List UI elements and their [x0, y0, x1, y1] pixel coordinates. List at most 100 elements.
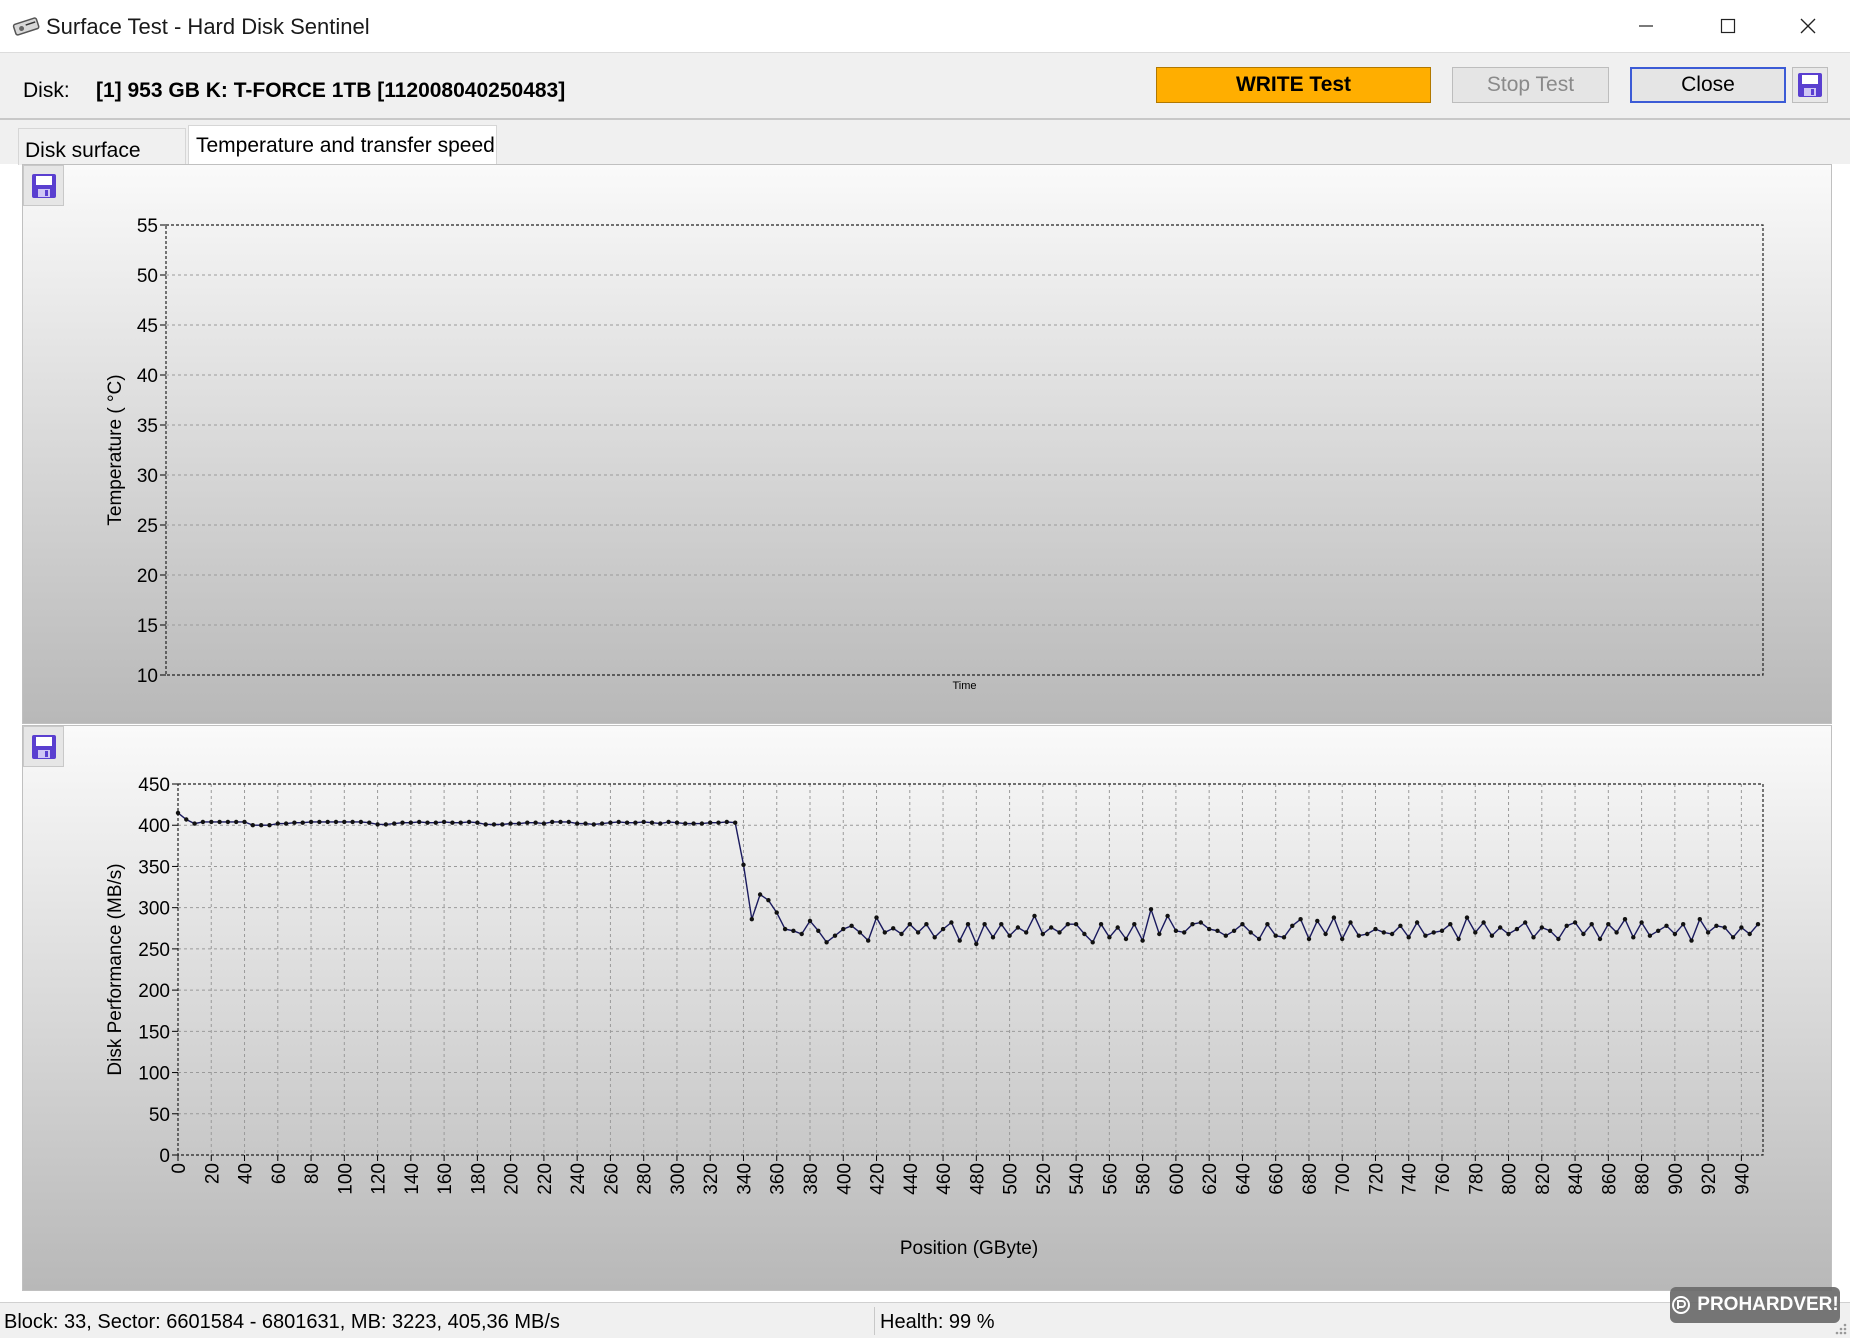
data-point: [683, 821, 688, 826]
data-point: [1672, 931, 1678, 937]
x-tick-label: 20: [202, 1163, 223, 1184]
data-point: [1049, 925, 1054, 930]
y-tick-label: 25: [137, 516, 158, 537]
data-point: [1098, 922, 1104, 927]
data-point: [658, 821, 663, 826]
data-point: [1564, 923, 1569, 928]
status-divider: [874, 1307, 875, 1335]
data-point: [841, 926, 846, 932]
data-point: [724, 819, 729, 825]
data-point: [1315, 918, 1320, 924]
x-tick-label: 120: [369, 1163, 390, 1195]
tab-disk-surface-map[interactable]: Disk surface map: [18, 128, 186, 186]
minimize-button[interactable]: [1606, 0, 1686, 52]
data-point: [458, 820, 463, 825]
data-point: [1248, 930, 1253, 935]
y-tick-label: 200: [138, 981, 170, 1002]
data-point: [1606, 922, 1611, 927]
data-point: [1306, 936, 1312, 942]
x-tick-label: 300: [668, 1163, 689, 1195]
x-tick-label: 100: [335, 1163, 356, 1195]
x-tick-label: 640: [1233, 1163, 1254, 1195]
data-point: [666, 819, 671, 825]
data-point: [1298, 917, 1303, 922]
data-point: [1589, 922, 1594, 927]
data-point: [1065, 922, 1071, 927]
data-point: [1681, 922, 1686, 927]
data-point: [1090, 940, 1095, 945]
data-point: [475, 820, 480, 825]
data-point: [1456, 936, 1461, 942]
data-point: [433, 820, 438, 825]
x-tick-label: 380: [801, 1163, 822, 1195]
health-status: Health: 99 %: [880, 1311, 995, 1333]
data-point: [342, 819, 347, 825]
data-point: [1423, 933, 1428, 938]
data-point: [225, 819, 231, 825]
data-point: [1639, 920, 1644, 925]
data-point: [1256, 936, 1262, 942]
data-point: [591, 822, 596, 827]
save-temperature-chart-button[interactable]: [23, 165, 64, 206]
x-tick-label: 760: [1433, 1163, 1454, 1195]
data-point: [782, 926, 788, 932]
floppy-save-icon: [1798, 73, 1822, 97]
data-point: [209, 819, 214, 825]
y-axis-title: Disk Performance (MB/s): [105, 863, 126, 1075]
data-point: [300, 820, 305, 825]
x-tick-label: 540: [1067, 1163, 1088, 1195]
x-tick-label: 740: [1400, 1163, 1421, 1195]
x-tick-label: 940: [1732, 1163, 1753, 1195]
data-point: [1614, 930, 1619, 935]
data-point: [716, 820, 721, 825]
data-point: [1173, 928, 1179, 933]
x-tick-label: 460: [934, 1163, 955, 1195]
tab-temperature-transfer-speed[interactable]: Temperature and transfer speed: [188, 125, 497, 166]
data-point: [566, 819, 571, 825]
save-report-button[interactable]: [1792, 67, 1828, 103]
x-tick-label: 840: [1566, 1163, 1587, 1195]
data-point: [907, 922, 912, 927]
data-point: [242, 819, 247, 825]
floppy-save-icon: [31, 734, 56, 759]
save-performance-chart-button[interactable]: [23, 726, 64, 767]
data-point: [333, 819, 339, 825]
data-point: [1190, 922, 1195, 927]
x-tick-label: 900: [1666, 1163, 1687, 1195]
data-point: [1231, 928, 1237, 933]
data-point: [392, 821, 397, 826]
data-point: [1024, 930, 1029, 935]
data-point: [267, 823, 272, 828]
x-tick-label: 780: [1466, 1163, 1487, 1195]
data-point: [325, 819, 330, 825]
data-point: [259, 823, 264, 828]
x-tick-label: 260: [601, 1163, 622, 1195]
data-point: [1656, 928, 1661, 933]
data-point: [608, 820, 613, 825]
write-test-button[interactable]: WRITE Test: [1156, 67, 1431, 103]
data-point: [1182, 930, 1187, 935]
resize-grip-icon[interactable]: [1832, 1320, 1848, 1336]
data-point: [400, 820, 405, 825]
data-point: [1323, 931, 1328, 937]
x-tick-label: 160: [435, 1163, 456, 1195]
close-window-button[interactable]: [1768, 0, 1848, 52]
stop-test-button[interactable]: Stop Test: [1452, 67, 1609, 103]
data-point: [1381, 930, 1387, 935]
data-point: [949, 920, 954, 925]
data-point: [915, 930, 921, 935]
data-point: [1664, 923, 1669, 928]
y-tick-label: 20: [137, 566, 158, 587]
data-point: [1498, 925, 1503, 930]
maximize-button[interactable]: [1688, 0, 1768, 52]
status-bar: Block: 33, Sector: 6601584 - 6801631, MB…: [0, 1302, 1850, 1338]
data-point: [633, 820, 638, 825]
data-point: [508, 821, 513, 826]
data-point: [383, 822, 389, 827]
close-button[interactable]: Close: [1630, 67, 1786, 103]
y-tick-label: 50: [149, 1105, 170, 1126]
x-tick-label: 200: [502, 1163, 523, 1195]
data-point: [1373, 926, 1378, 932]
data-point: [1747, 931, 1752, 937]
data-point: [1356, 933, 1362, 938]
